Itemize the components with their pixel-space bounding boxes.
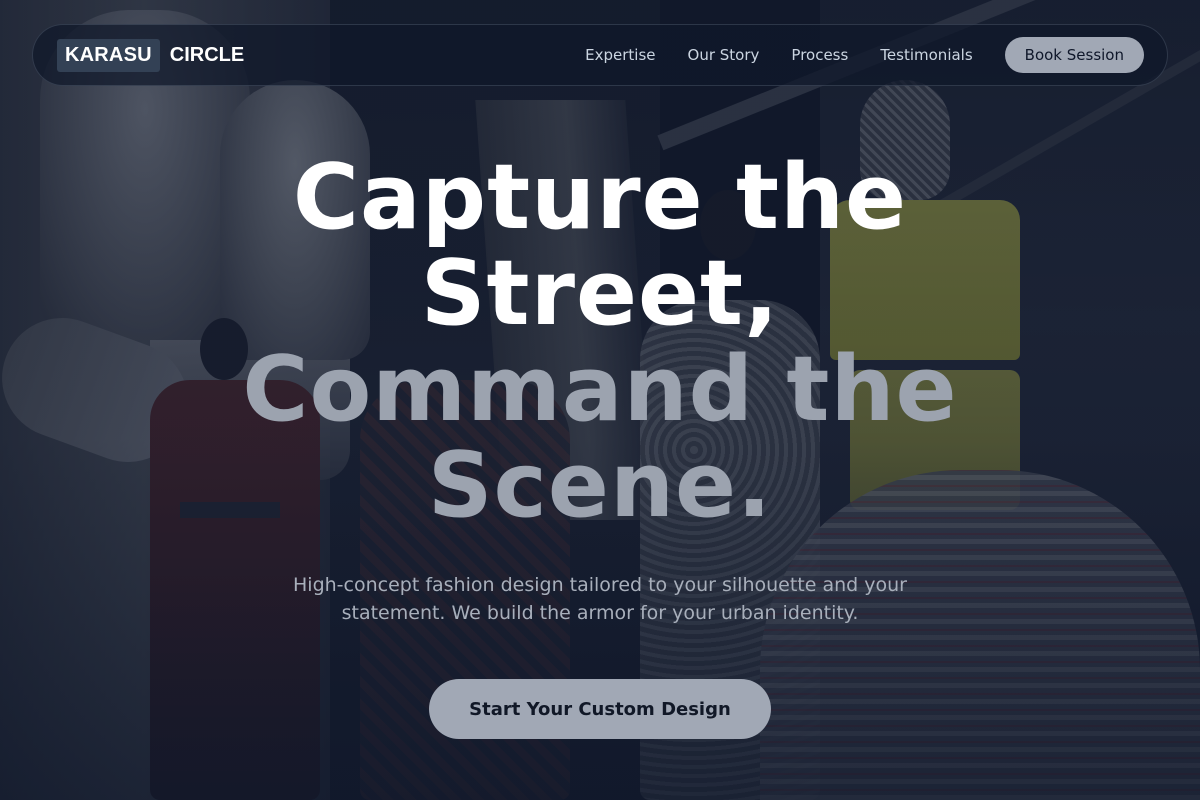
headline-line-muted: Command the: [242, 337, 958, 442]
logo-wordmark: CIRCLE: [169, 43, 245, 66]
headline-line: Street,: [420, 241, 780, 346]
hero-headline: Capture the Street, Command the Scene.: [0, 150, 1200, 534]
nav-link-expertise[interactable]: Expertise: [585, 46, 655, 64]
headline-line-muted: Scene.: [427, 433, 773, 538]
top-navbar: KARASU CIRCLE Expertise Our Story Proces…: [32, 24, 1168, 86]
headline-line: Capture the: [292, 145, 908, 250]
brand-logo[interactable]: KARASU CIRCLE: [57, 38, 245, 72]
nav-link-our-story[interactable]: Our Story: [688, 46, 760, 64]
nav-link-testimonials[interactable]: Testimonials: [880, 46, 972, 64]
book-session-button[interactable]: Book Session: [1004, 37, 1144, 73]
hero-subtitle: High-concept fashion design tailored to …: [293, 574, 907, 624]
logo-mark: KARASU: [57, 38, 160, 72]
nav-links: Expertise Our Story Process Testimonials…: [585, 37, 1144, 73]
start-custom-design-button[interactable]: Start Your Custom Design: [429, 679, 771, 739]
nav-link-process[interactable]: Process: [791, 46, 848, 64]
hero-section: Capture the Street, Command the Scene. H…: [0, 150, 1200, 739]
